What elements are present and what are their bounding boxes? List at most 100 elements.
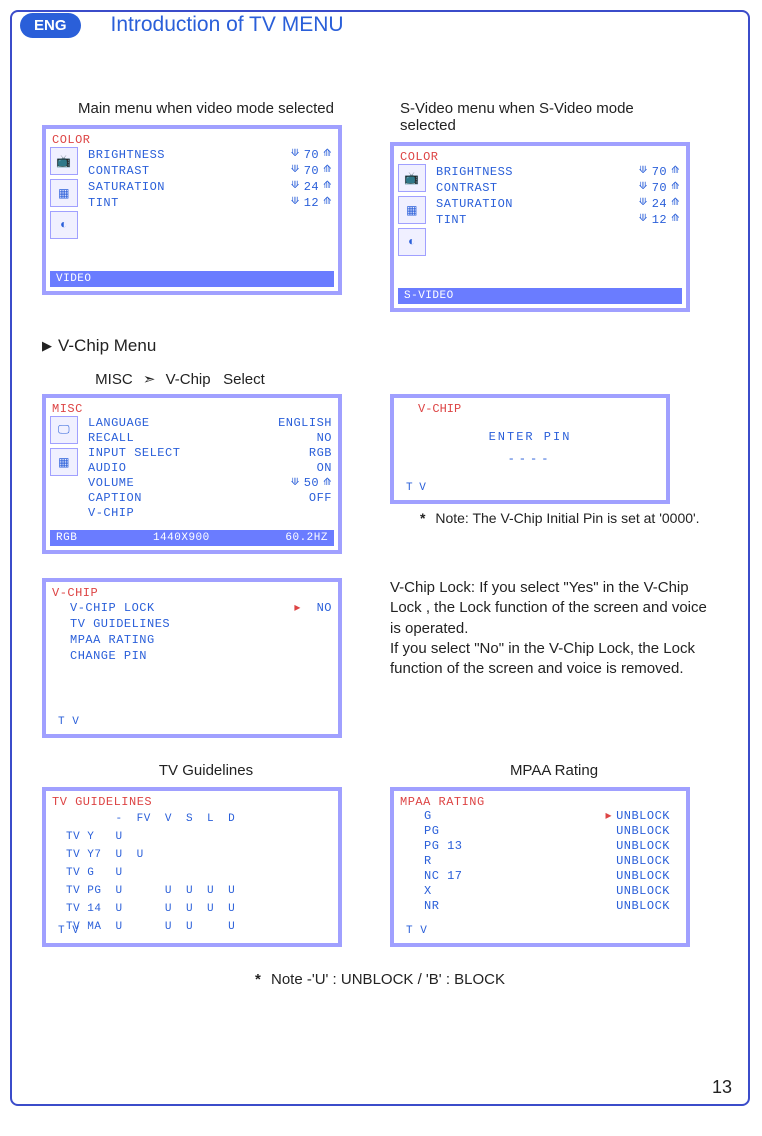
item-label: G (424, 809, 432, 824)
tvg-footer: T V (50, 923, 334, 939)
osd-header-misc: MISC (52, 402, 83, 416)
cell: U (180, 883, 199, 899)
path-a: MISC (95, 371, 133, 388)
cell: U (110, 883, 129, 899)
col-h: FV (131, 811, 157, 827)
item-val: 12 (304, 195, 319, 211)
caption-mpaa: MPAA Rating (390, 762, 718, 779)
osd-tv-guidelines: TV GUIDELINES - FV V S L D (42, 787, 342, 947)
osd-mpaa: MPAA RATING G▸UNBLOCK PGUNBLOCK PG 13UNB… (390, 787, 690, 947)
caret-down-icon: ⟱ (639, 180, 648, 196)
item-label: CONTRAST (436, 180, 498, 196)
caret-up-icon: ⟰ (671, 164, 680, 180)
caret-up-icon: ⟰ (323, 147, 332, 163)
cell: U (201, 883, 220, 899)
item-val: NO (317, 431, 332, 446)
item-val: 24 (652, 196, 667, 212)
col-h: V (159, 811, 178, 827)
cell: U (110, 901, 129, 917)
mpaa-header: MPAA RATING (400, 795, 485, 809)
page-title: Introduction of TV MENU (111, 13, 344, 37)
item-label: INPUT SELECT (88, 446, 180, 461)
item-label: TINT (436, 212, 467, 228)
col-h: D (222, 811, 241, 827)
caret-down-icon: ⟱ (291, 147, 300, 163)
cell: U (110, 847, 129, 863)
item-label: TV GUIDELINES (70, 616, 170, 632)
osd-header-color: COLOR (400, 150, 439, 164)
note-text: Note: The V-Chip Initial Pin is set at '… (435, 510, 699, 526)
osd-sidebar: 📺 ▦ ◐ (50, 147, 82, 269)
osd-vchip-pin: V-CHIP ENTER PIN ---- T V (390, 394, 670, 504)
monitor-icon: 🖵 (50, 416, 78, 444)
pin-dashes: ---- (394, 452, 666, 466)
footer-note: * Note -'U' : UNBLOCK / 'B' : BLOCK (12, 971, 748, 988)
col-h: S (180, 811, 199, 827)
cell: U (159, 901, 178, 917)
osd-body: BRIGHTNESS⟱70⟰ CONTRAST⟱70⟰ SATURATION⟱2… (88, 147, 332, 211)
caption-main-menu: Main menu when video mode selected (42, 100, 370, 117)
item-val: UNBLOCK (616, 869, 670, 884)
row-name: TV Y (60, 829, 108, 845)
vchip-path: MISC ➣ V-Chip Select (12, 370, 748, 388)
item-val: UNBLOCK (616, 809, 670, 823)
cell: U (201, 901, 220, 917)
row-name: TV 14 (60, 901, 108, 917)
caret-up-icon: ⟰ (671, 180, 680, 196)
cell: U (110, 829, 129, 845)
vchip-lock-text2: If you select "No" in the V-Chip Lock, t… (390, 639, 718, 680)
tvg-header: TV GUIDELINES (52, 795, 152, 809)
item-val: 70 (304, 147, 319, 163)
row-name: TV G (60, 865, 108, 881)
footer-label: VIDEO (56, 273, 92, 285)
cell: U (159, 883, 178, 899)
circle-icon: ◐ (50, 211, 78, 239)
item-val: UNBLOCK (616, 854, 670, 869)
item-val: UNBLOCK (616, 884, 670, 899)
item-val: NO (317, 600, 332, 616)
footer-note-text: Note -'U' : UNBLOCK / 'B' : BLOCK (271, 971, 505, 988)
squares-icon: ▦ (50, 448, 78, 476)
item-val: 70 (652, 180, 667, 196)
item-label: SATURATION (436, 196, 513, 212)
item-label: PG 13 (424, 839, 463, 854)
mpaa-body: G▸UNBLOCK PGUNBLOCK PG 13UNBLOCK RUNBLOC… (424, 809, 680, 914)
caret-down-icon: ⟱ (639, 212, 648, 228)
pin-enter: ENTER PIN (394, 430, 666, 444)
osd-header-vchip: V-CHIP (52, 586, 98, 600)
lang-badge: ENG (20, 13, 81, 38)
item-val: 70 (304, 163, 319, 179)
item-label: CHANGE PIN (70, 648, 147, 664)
item-val: RGB (309, 446, 332, 461)
item-label: V-CHIP (88, 506, 134, 521)
item-label: PG (424, 824, 439, 839)
tv-icon: 📺 (50, 147, 78, 175)
osd-misc: MISC 🖵 ▦ LANGUAGEENGLISH RECALLNO INPUT … (42, 394, 342, 554)
item-label: NR (424, 899, 439, 914)
marker-icon: ▸ (606, 809, 613, 823)
item-val: UNBLOCK (616, 839, 670, 854)
item-label: TINT (88, 195, 119, 211)
osd-footer: T V (50, 714, 334, 730)
item-label: VOLUME (88, 476, 134, 491)
cell: U (131, 847, 157, 863)
osd-footer: VIDEO (50, 271, 334, 287)
caret-down-icon: ⟱ (291, 476, 300, 491)
item-label: CONTRAST (88, 163, 150, 179)
item-val: 24 (304, 179, 319, 195)
mpaa-footer: T V (398, 923, 682, 939)
osd-body: V-CHIP LOCK▸ NO TV GUIDELINES MPAA RATIN… (70, 600, 332, 664)
item-val: 50 (304, 476, 319, 491)
item-label: LANGUAGE (88, 416, 150, 431)
osd-footer: RGB 1440X900 60.2HZ (50, 530, 334, 546)
note-star: * (255, 971, 261, 988)
page-number: 13 (712, 1077, 732, 1098)
item-label: BRIGHTNESS (88, 147, 165, 163)
section-vchip-header: V-Chip Menu (42, 336, 748, 356)
item-label: AUDIO (88, 461, 127, 476)
cell: U (222, 901, 241, 917)
row-name: TV PG (60, 883, 108, 899)
osd-header-color: COLOR (52, 133, 91, 147)
item-val: UNBLOCK (616, 899, 670, 914)
item-label: SATURATION (88, 179, 165, 195)
